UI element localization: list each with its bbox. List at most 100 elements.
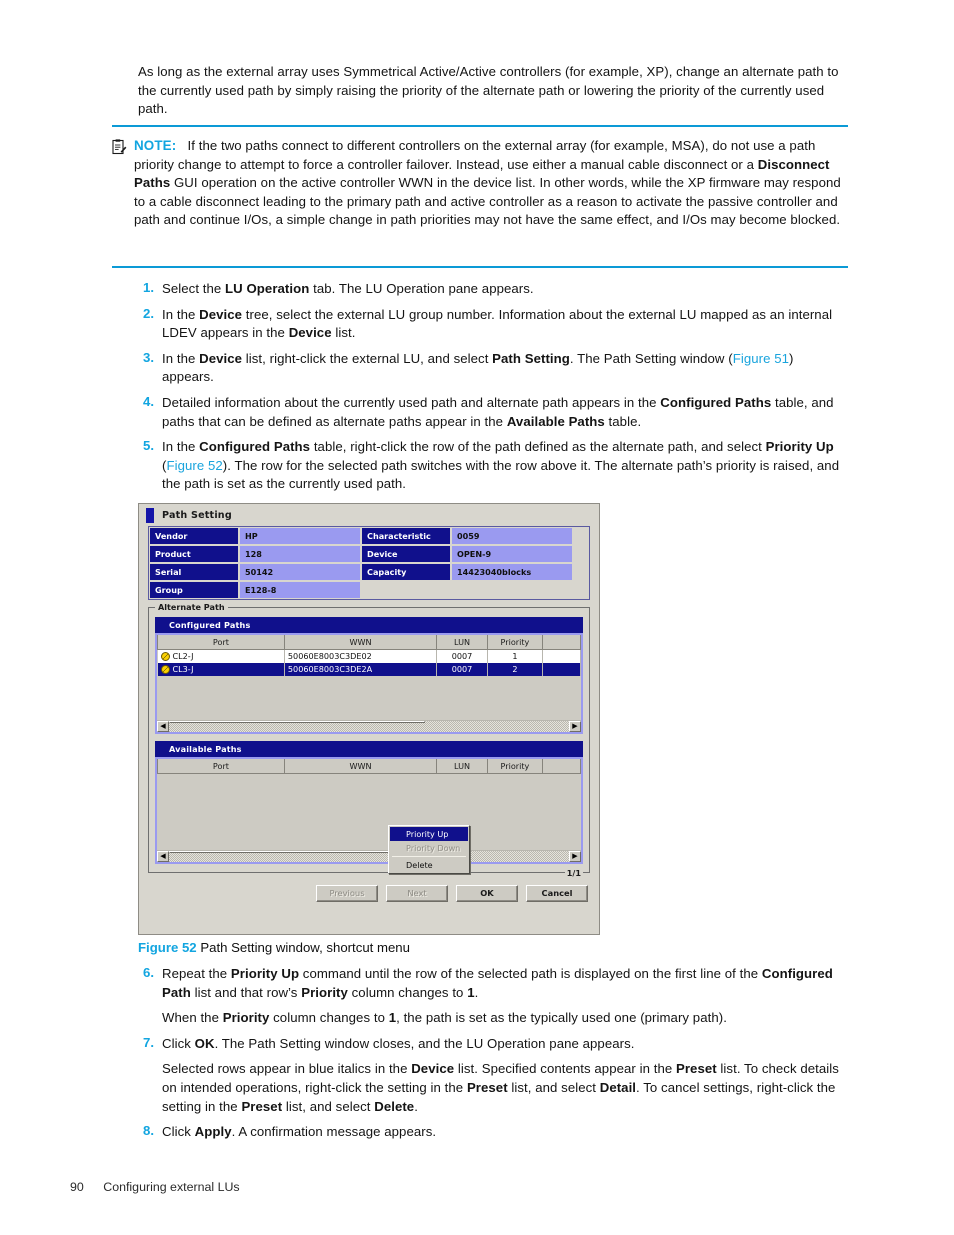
dialog-button-row: Previous Next OK Cancel bbox=[139, 884, 588, 902]
cell-lun: 0007 bbox=[436, 649, 488, 663]
configured-paths-table: Port WWN LUN Priority CL2-J 50060E8003C3DE02… bbox=[157, 635, 582, 676]
available-paths-hscrollbar[interactable]: ◀ ▶ bbox=[157, 849, 581, 862]
info-label: Device bbox=[362, 546, 450, 562]
menu-item-priority-up[interactable]: Priority Up bbox=[390, 827, 468, 841]
step-sub-paragraph: Selected rows appear in blue italics in … bbox=[162, 1061, 839, 1114]
info-label bbox=[362, 582, 450, 598]
menu-item-priority-down: Priority Down bbox=[406, 843, 461, 853]
step-number: 6. bbox=[143, 965, 154, 980]
scroll-track[interactable] bbox=[169, 850, 569, 862]
step-item: 7. Click OK. The Path Setting window clos… bbox=[138, 1035, 848, 1116]
column-header[interactable]: Port bbox=[157, 635, 285, 650]
dialog-title: Path Setting bbox=[162, 509, 232, 521]
info-value: 50142 bbox=[240, 564, 360, 580]
note-text: If the two paths connect to different co… bbox=[134, 138, 841, 228]
table-row[interactable]: CL3-J 50060E8003C3DE2A 0007 2 bbox=[157, 662, 582, 676]
port-value: CL3-J bbox=[172, 664, 194, 674]
cell-spacer bbox=[542, 662, 582, 676]
cell-wwn: 50060E8003C3DE2A bbox=[284, 662, 438, 676]
info-value: E128-8 bbox=[240, 582, 360, 598]
column-header[interactable]: Priority bbox=[486, 758, 543, 774]
available-paths-header-row: Port WWN LUN Priority bbox=[157, 758, 582, 774]
note-content: NOTE: If the two paths connect to differ… bbox=[134, 137, 850, 230]
note-rule-top bbox=[112, 125, 848, 127]
column-header[interactable]: WWN bbox=[283, 758, 438, 774]
step-number: 3. bbox=[143, 349, 154, 365]
available-paths-empty-area bbox=[157, 773, 581, 850]
steps-list-bottom: 6. Repeat the Priority Up command until t… bbox=[138, 965, 848, 1149]
path-status-icon bbox=[160, 651, 170, 661]
scroll-left-arrow-icon[interactable]: ◀ bbox=[157, 720, 169, 732]
column-header[interactable]: WWN bbox=[283, 635, 438, 650]
configured-paths-header: Configured Paths bbox=[155, 617, 583, 633]
scroll-thumb[interactable] bbox=[169, 720, 425, 723]
step-item: 8. Click Apply. A confirmation message ap… bbox=[138, 1123, 848, 1142]
column-header[interactable]: LUN bbox=[436, 635, 488, 650]
info-value: OPEN-9 bbox=[452, 546, 572, 562]
scroll-right-arrow-icon[interactable]: ▶ bbox=[569, 720, 581, 732]
step-sub-paragraph: When the Priority column changes to 1, t… bbox=[162, 1010, 727, 1026]
cancel-button[interactable]: Cancel bbox=[526, 884, 588, 902]
figure-caption: Figure 52 Path Setting window, shortcut … bbox=[138, 940, 410, 955]
step-item: 3. In the Device list, right-click the ex… bbox=[138, 350, 848, 387]
cell-port: CL3-J bbox=[157, 662, 285, 676]
path-status-icon bbox=[160, 664, 170, 674]
cell-spacer bbox=[542, 649, 582, 663]
column-header[interactable]: Priority bbox=[486, 635, 543, 650]
step-text: Detailed information about the currently… bbox=[162, 394, 834, 429]
step-text: In the Device tree, select the external … bbox=[162, 306, 833, 341]
dialog-title-marker bbox=[146, 507, 154, 523]
column-header[interactable]: Port bbox=[157, 758, 285, 774]
scroll-thumb[interactable] bbox=[169, 850, 425, 853]
document-page: As long as the external array uses Symme… bbox=[0, 0, 954, 1235]
configured-paths-grid: Port WWN LUN Priority CL2-J 50060E8003C3DE02… bbox=[155, 633, 583, 874]
info-value: 128 bbox=[240, 546, 360, 562]
step-text: Click OK. The Path Setting window closes… bbox=[162, 1035, 848, 1116]
configured-paths-hscrollbar[interactable]: ◀ ▶ bbox=[157, 719, 581, 732]
configured-paths-header-row: Port WWN LUN Priority bbox=[157, 635, 582, 650]
table-row[interactable]: CL2-J 50060E8003C3DE02 0007 1 bbox=[157, 649, 582, 663]
info-value bbox=[452, 582, 572, 598]
column-header[interactable]: LUN bbox=[436, 758, 488, 774]
shortcut-context-menu[interactable]: Priority Up Priority Down Delete bbox=[388, 825, 470, 874]
next-button: Next bbox=[386, 884, 448, 902]
info-label: Serial bbox=[150, 564, 238, 580]
info-value: 14423040blocks bbox=[452, 564, 572, 580]
step-text: Repeat the Priority Up command until the… bbox=[162, 965, 848, 1028]
ok-button[interactable]: OK bbox=[456, 884, 518, 902]
column-header[interactable] bbox=[541, 758, 582, 774]
step-item: 2. In the Device tree, select the externa… bbox=[138, 306, 848, 343]
available-paths-grid: Port WWN LUN Priority ◀ ▶ bbox=[155, 756, 583, 864]
page-counter: 1/1 bbox=[564, 867, 583, 878]
column-header[interactable] bbox=[541, 635, 582, 650]
available-paths-table: Port WWN LUN Priority bbox=[157, 758, 582, 774]
note-rule-bottom bbox=[112, 266, 848, 268]
configured-paths-empty-area bbox=[157, 675, 581, 720]
cell-priority: 2 bbox=[487, 662, 543, 676]
scroll-right-arrow-icon[interactable]: ▶ bbox=[569, 850, 581, 862]
note-label: NOTE: bbox=[134, 138, 177, 153]
available-paths-header: Available Paths bbox=[155, 740, 583, 757]
note-block: NOTE: If the two paths connect to differ… bbox=[112, 125, 850, 268]
step-number: 2. bbox=[143, 305, 154, 321]
intro-paragraph: As long as the external array uses Symme… bbox=[138, 64, 839, 117]
scroll-track[interactable] bbox=[169, 720, 569, 732]
figure-label: Figure 52 bbox=[138, 940, 197, 955]
step-number: 5. bbox=[143, 438, 154, 454]
step-text: Click Apply. A confirmation message appe… bbox=[162, 1124, 437, 1140]
alternate-path-fieldset: Alternate Path Configured Paths Port WWN L… bbox=[148, 602, 590, 878]
menu-item-delete[interactable]: Delete bbox=[390, 858, 468, 872]
cell-port: CL2-J bbox=[157, 649, 285, 663]
step-number: 1. bbox=[143, 280, 154, 295]
cell-priority: 1 bbox=[487, 649, 543, 663]
page-footer: 90 Configuring external LUs bbox=[70, 1180, 240, 1194]
info-label: Vendor bbox=[150, 528, 238, 544]
step-number: 4. bbox=[143, 393, 154, 409]
step-text: Select the LU Operation tab. The LU Oper… bbox=[162, 281, 534, 296]
figure-caption-text: Path Setting window, shortcut menu bbox=[200, 940, 410, 955]
steps-list-top: 1. Select the LU Operation tab. The LU Op… bbox=[138, 280, 848, 501]
path-setting-dialog-figure: Path Setting Vendor HP Characteristic 0059 P… bbox=[138, 503, 600, 935]
info-label: Product bbox=[150, 546, 238, 562]
cell-lun: 0007 bbox=[436, 662, 488, 676]
scroll-left-arrow-icon[interactable]: ◀ bbox=[157, 850, 169, 862]
